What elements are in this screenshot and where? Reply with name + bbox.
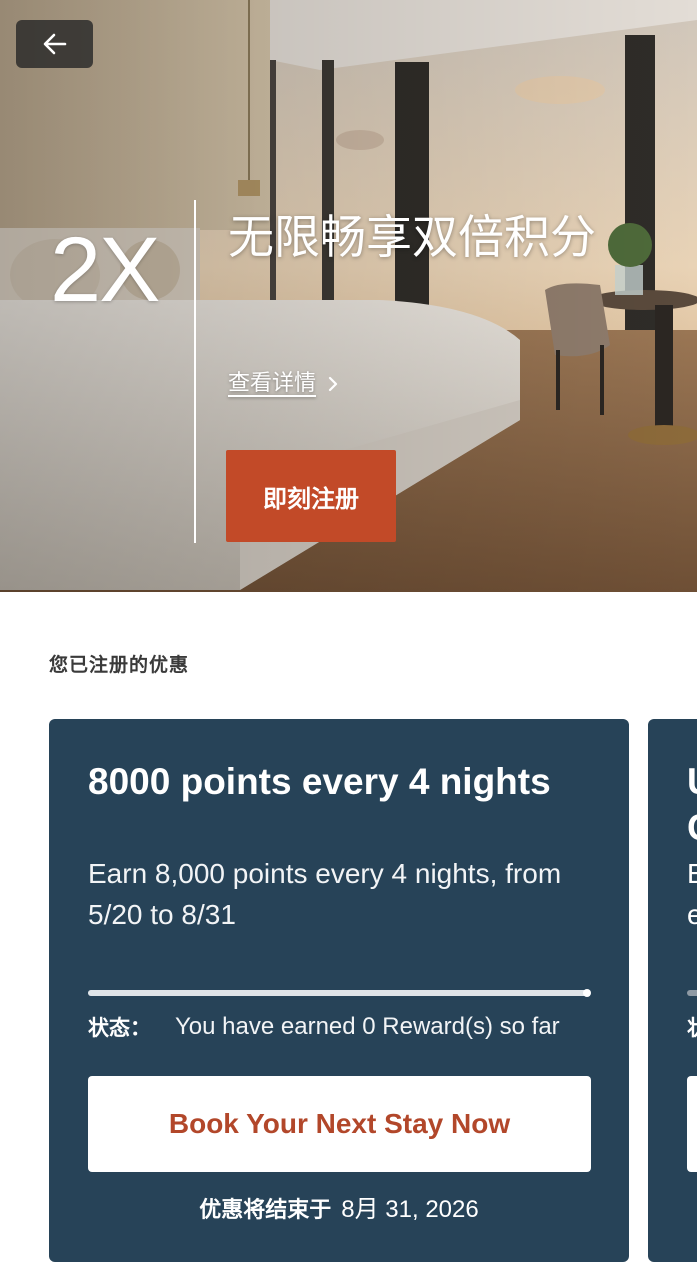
next-desc-line-2: e: [687, 899, 697, 930]
promo-title: 无限畅享双倍积分: [228, 210, 596, 264]
offer-title: 8000 points every 4 nights: [88, 761, 551, 802]
offer-card-next[interactable]: U C E e 状: [648, 719, 697, 1262]
offer-progress-bar-next: [687, 990, 697, 996]
hero-banner: 2X 无限畅享双倍积分 查看详情 即刻注册: [0, 0, 697, 592]
promo-multiplier: 2X: [50, 219, 161, 321]
view-details-link[interactable]: 查看详情: [228, 368, 340, 400]
offer-description-next: E e: [687, 853, 697, 935]
offer-progress-fill: [88, 989, 591, 997]
offer-card: 8000 points every 4 nights Earn 8,000 po…: [49, 719, 629, 1262]
next-desc-line-1: E: [687, 858, 697, 889]
offer-status-next: 状: [687, 1009, 697, 1045]
offer-end-value: 8月 31, 2026: [341, 1196, 479, 1223]
register-now-button[interactable]: 即刻注册: [226, 450, 396, 542]
progress-end-dot: [583, 989, 591, 997]
status-label: 状态：: [88, 1016, 151, 1040]
next-title-line-1: U: [687, 761, 697, 802]
view-details-label: 查看详情: [228, 371, 317, 396]
chevron-right-icon: [328, 376, 338, 392]
book-next-stay-button[interactable]: Book Your Next Stay Now: [88, 1076, 591, 1172]
offer-title-next: U C: [687, 759, 697, 851]
book-button-next[interactable]: [687, 1076, 697, 1172]
status-value: You have earned 0 Reward(s) so far: [175, 1013, 560, 1040]
offer-end-date: 优惠将结束于 8月 31, 2026: [49, 1189, 629, 1224]
offers-carousel[interactable]: 8000 points every 4 nights Earn 8,000 po…: [0, 719, 697, 1264]
status-label-next: 状: [687, 1012, 697, 1042]
arrow-left-icon: [43, 33, 66, 55]
section-title: 您已注册的优惠: [49, 654, 190, 676]
offer-progress-bar: [88, 989, 591, 997]
offer-status: 状态： You have earned 0 Reward(s) so far: [88, 1009, 608, 1045]
next-title-line-2: C: [687, 807, 697, 848]
back-button[interactable]: [16, 20, 93, 68]
promo-divider: [194, 200, 196, 543]
offer-end-label: 优惠将结束于: [199, 1198, 332, 1223]
offer-description: Earn 8,000 points every 4 nights, from 5…: [88, 858, 562, 930]
